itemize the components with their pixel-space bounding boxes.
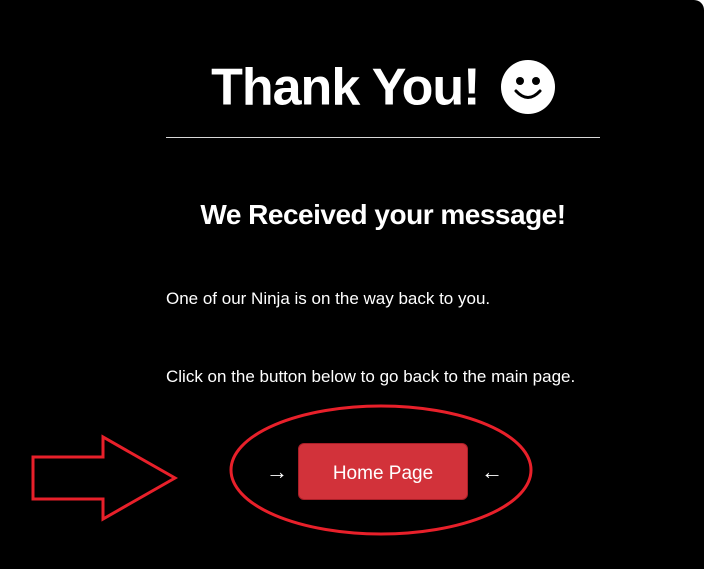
info-paragraph: One of our Ninja is on the way back to y…	[166, 289, 491, 308]
page-subtitle: We Received your message!	[200, 199, 566, 230]
big-arrow-pointing-right-icon	[31, 434, 179, 522]
page-title-row: Thank You!	[0, 52, 704, 119]
left-arrow-icon: ←	[481, 459, 503, 484]
page-title: Thank You!	[211, 58, 480, 117]
smiley-face-icon	[500, 60, 555, 115]
title-divider	[166, 137, 600, 138]
home-page-button[interactable]: Home Page	[298, 443, 468, 500]
thank-you-page: Thank You! We Received your message! One…	[0, 0, 704, 569]
instruction-paragraph: Click on the button below to go back to …	[166, 367, 576, 386]
right-arrow-icon: →	[266, 459, 288, 484]
